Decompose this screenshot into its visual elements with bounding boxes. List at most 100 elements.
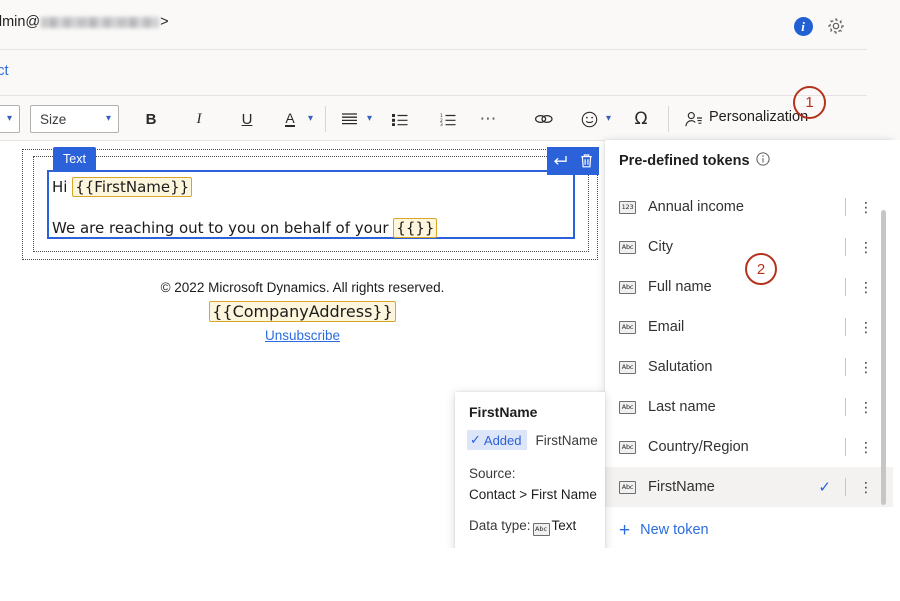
email-body-line-1[interactable]: Hi {{FirstName}} [52, 177, 192, 197]
text-type-icon: Abc [619, 241, 636, 254]
token-list[interactable]: 123Annual income⋮AbcCity⋮AbcFull name⋮Ab… [605, 187, 893, 511]
token-row[interactable]: AbcFull name⋮ [605, 267, 893, 307]
token-name: Salutation [648, 359, 713, 375]
token-row-divider [845, 278, 846, 296]
token-row[interactable]: Abc Salutation ⋮ [605, 347, 893, 387]
email-footer: © 2022 Microsoft Dynamics. All rights re… [0, 280, 605, 345]
emoji-icon [581, 111, 598, 128]
toolbar-divider-2 [668, 106, 669, 132]
text-type-icon: Abc [619, 361, 636, 374]
personalization-button[interactable]: Personalization [709, 109, 808, 125]
token-row-more-icon[interactable]: ⋮ [859, 280, 873, 294]
page-bottom-area [0, 548, 900, 601]
token-row-divider [845, 478, 846, 496]
token-row-divider [845, 398, 846, 416]
symbol-button[interactable]: Ω [628, 105, 654, 133]
token-row-divider [845, 358, 846, 376]
chevron-down-icon: ▾ [106, 114, 118, 124]
token-name: FirstName [648, 479, 715, 495]
info-icon-glyph: i [794, 17, 813, 36]
personalization-person-icon[interactable] [681, 105, 707, 133]
companyaddress-token[interactable]: {{CompanyAddress}} [209, 301, 396, 322]
font-size-combo[interactable]: Size ▾ [30, 105, 119, 133]
added-label: Added [484, 433, 522, 448]
token-row-more-icon[interactable]: ⋮ [859, 240, 873, 254]
new-token-label: New token [640, 522, 709, 538]
token-name: City [648, 239, 673, 255]
panel-right-edge [893, 140, 900, 601]
token-row[interactable]: AbcCountry/Region⋮ [605, 427, 893, 467]
predefined-tokens-panel: Pre-defined tokens 123Annual income⋮AbcC… [605, 140, 893, 548]
check-icon: ✓ [470, 432, 481, 448]
trash-icon[interactable] [579, 153, 594, 169]
detail-source-label: Source: [469, 466, 516, 481]
detail-added-row: ✓ Added FirstName [467, 430, 598, 450]
token-row-divider [845, 238, 846, 256]
token-row-more-icon[interactable]: ⋮ [859, 200, 873, 214]
font-color-label: A [285, 111, 294, 128]
token-row-more-icon[interactable]: ⋮ [859, 320, 873, 334]
font-color-chevron[interactable]: ▾ [300, 105, 318, 133]
italic-button[interactable]: I [185, 105, 213, 133]
token-row-more-icon[interactable]: ⋮ [859, 440, 873, 454]
more-commands-button[interactable]: ⋯ [475, 105, 501, 133]
font-family-combo[interactable]: ▾ [0, 105, 20, 133]
token-name: Last name [648, 399, 716, 415]
panel-scrollbar-thumb[interactable] [881, 210, 886, 505]
token-row-more-icon[interactable]: ⋮ [859, 400, 873, 414]
firstname-token[interactable]: {{FirstName}} [72, 177, 192, 197]
token-row[interactable]: Abc Last name ⋮ [605, 387, 893, 427]
token-row[interactable]: Abc City ⋮ [605, 227, 893, 267]
added-status-badge: ✓ Added [467, 430, 527, 450]
recipient-prefix: dmin@ [0, 14, 40, 30]
bulleted-list-button[interactable] [387, 105, 413, 133]
info-icon[interactable]: i [793, 16, 813, 36]
token-row-more-icon[interactable]: ⋮ [859, 480, 873, 494]
text-type-icon: Abc [619, 481, 636, 494]
text-type-icon: Abc [619, 441, 636, 454]
token-row-more-icon[interactable]: ⋮ [859, 360, 873, 374]
panel-title: Pre-defined tokens [619, 152, 770, 170]
align-chevron[interactable]: ▾ [359, 105, 377, 133]
numbered-list-icon: 123 [440, 113, 456, 126]
token-row[interactable]: 123 Annual income ⋮ [605, 187, 893, 227]
token-row[interactable]: AbcFirstName✓⋮ [605, 467, 893, 507]
detail-datatype-label: Data type: [469, 518, 531, 533]
token-name: Annual income [648, 199, 744, 215]
text-type-icon: Abc [619, 401, 636, 414]
token-name: Email [648, 319, 684, 335]
svg-text:3: 3 [440, 122, 443, 126]
chevron-down-icon: ▾ [367, 114, 372, 124]
recipient-bar: dmin@> [0, 0, 867, 50]
email-body-line-2[interactable]: We are reaching out to you on behalf of … [52, 218, 437, 238]
gear-icon[interactable] [825, 15, 847, 37]
number-type-icon: 123 [619, 201, 636, 214]
unsubscribe-link[interactable]: Unsubscribe [265, 328, 340, 343]
recipient-bar-pad [867, 0, 900, 50]
footer-copyright: © 2022 Microsoft Dynamics. All rights re… [0, 280, 605, 295]
empty-token[interactable]: {{}} [393, 218, 437, 238]
emoji-chevron[interactable]: ▾ [598, 105, 616, 133]
subject-bar-pad [867, 50, 900, 96]
added-token-name: FirstName [536, 433, 598, 448]
text-block-actions [547, 147, 599, 175]
detail-datatype-row: Data type:AbcText [469, 518, 576, 536]
subject-field[interactable]: ject [0, 63, 9, 79]
redacted-domain [41, 17, 159, 28]
panel-title-label: Pre-defined tokens [619, 153, 750, 169]
underline-button[interactable]: U [233, 105, 261, 133]
insert-link-button[interactable] [531, 105, 557, 133]
token-name: Full name [648, 279, 712, 295]
new-token-button[interactable]: + New token [605, 512, 893, 548]
font-size-value: Size [31, 112, 66, 127]
return-arrow-icon[interactable] [552, 154, 568, 168]
detail-title: FirstName [469, 404, 537, 420]
info-outline-icon[interactable] [756, 152, 770, 170]
numbered-list-button[interactable]: 123 [435, 105, 461, 133]
bold-button[interactable]: B [137, 105, 165, 133]
plus-icon: + [619, 521, 630, 540]
footer-token-wrapper: {{CompanyAddress}} [0, 301, 605, 322]
text-block-tag[interactable]: Text [53, 147, 96, 171]
align-left-icon [341, 112, 358, 126]
token-row[interactable]: AbcEmail⋮ [605, 307, 893, 347]
